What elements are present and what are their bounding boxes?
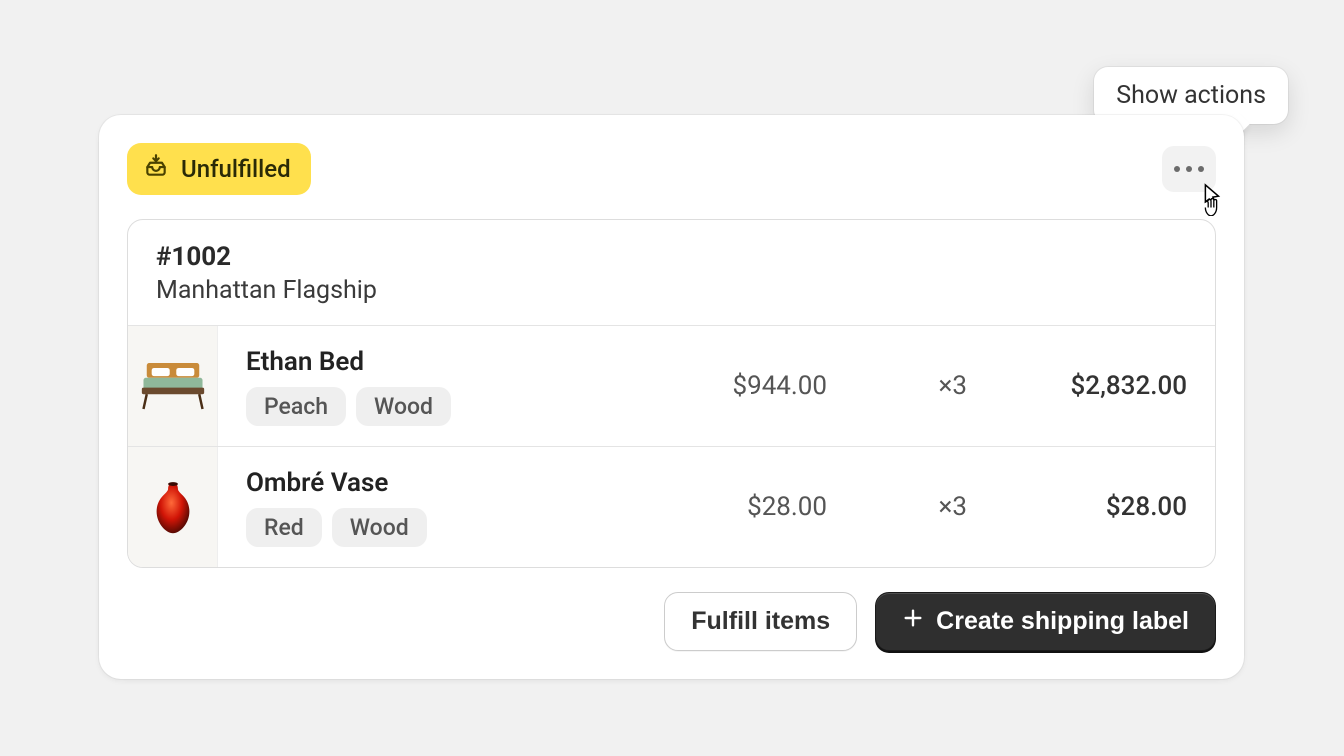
- variant-chips: Red Wood: [246, 508, 627, 547]
- item-info: Ethan Bed Peach Wood: [218, 327, 627, 446]
- variant-chip: Peach: [246, 387, 346, 426]
- product-thumbnail: [128, 326, 218, 446]
- unit-price: $944.00: [627, 371, 827, 401]
- status-badge-unfulfilled: Unfulfilled: [127, 143, 311, 195]
- line-item: Ombré Vase Red Wood $28.00×3$28.00: [128, 447, 1215, 567]
- line-total: $28.00: [967, 492, 1187, 522]
- item-info: Ombré Vase Red Wood: [218, 448, 627, 567]
- quantity: ×3: [827, 492, 967, 522]
- order-location: Manhattan Flagship: [156, 276, 1187, 305]
- order-header: #1002 Manhattan Flagship: [128, 220, 1215, 326]
- line-item: Ethan Bed Peach Wood $944.00×3$2,832.00: [128, 326, 1215, 447]
- order-block: #1002 Manhattan Flagship Ethan Bed Peach W…: [127, 219, 1216, 568]
- status-label: Unfulfilled: [181, 155, 291, 183]
- variant-chips: Peach Wood: [246, 387, 627, 426]
- item-title: Ombré Vase: [246, 468, 627, 498]
- create-shipping-label-label: Create shipping label: [936, 607, 1189, 636]
- dots-icon: [1174, 166, 1180, 172]
- create-shipping-label-button[interactable]: Create shipping label: [875, 592, 1216, 651]
- plus-icon: [902, 607, 924, 636]
- card-header: Unfulfilled: [127, 143, 1216, 195]
- variant-chip: Wood: [356, 387, 451, 426]
- unfulfilled-icon: [143, 153, 169, 185]
- variant-chip: Wood: [332, 508, 427, 547]
- unit-price: $28.00: [627, 492, 827, 522]
- item-title: Ethan Bed: [246, 347, 627, 377]
- order-number: #1002: [156, 242, 1187, 272]
- fulfill-items-label: Fulfill items: [691, 607, 830, 636]
- fulfillment-card: Unfulfilled #1002 Manhattan Flagship Eth…: [99, 115, 1244, 679]
- quantity: ×3: [827, 371, 967, 401]
- product-thumbnail: [128, 447, 218, 567]
- tooltip-label: Show actions: [1116, 81, 1266, 110]
- actions-row: Fulfill items Create shipping label: [127, 592, 1216, 651]
- line-total: $2,832.00: [967, 371, 1187, 401]
- fulfill-items-button[interactable]: Fulfill items: [664, 592, 857, 651]
- more-actions-button[interactable]: [1162, 146, 1216, 192]
- variant-chip: Red: [246, 508, 322, 547]
